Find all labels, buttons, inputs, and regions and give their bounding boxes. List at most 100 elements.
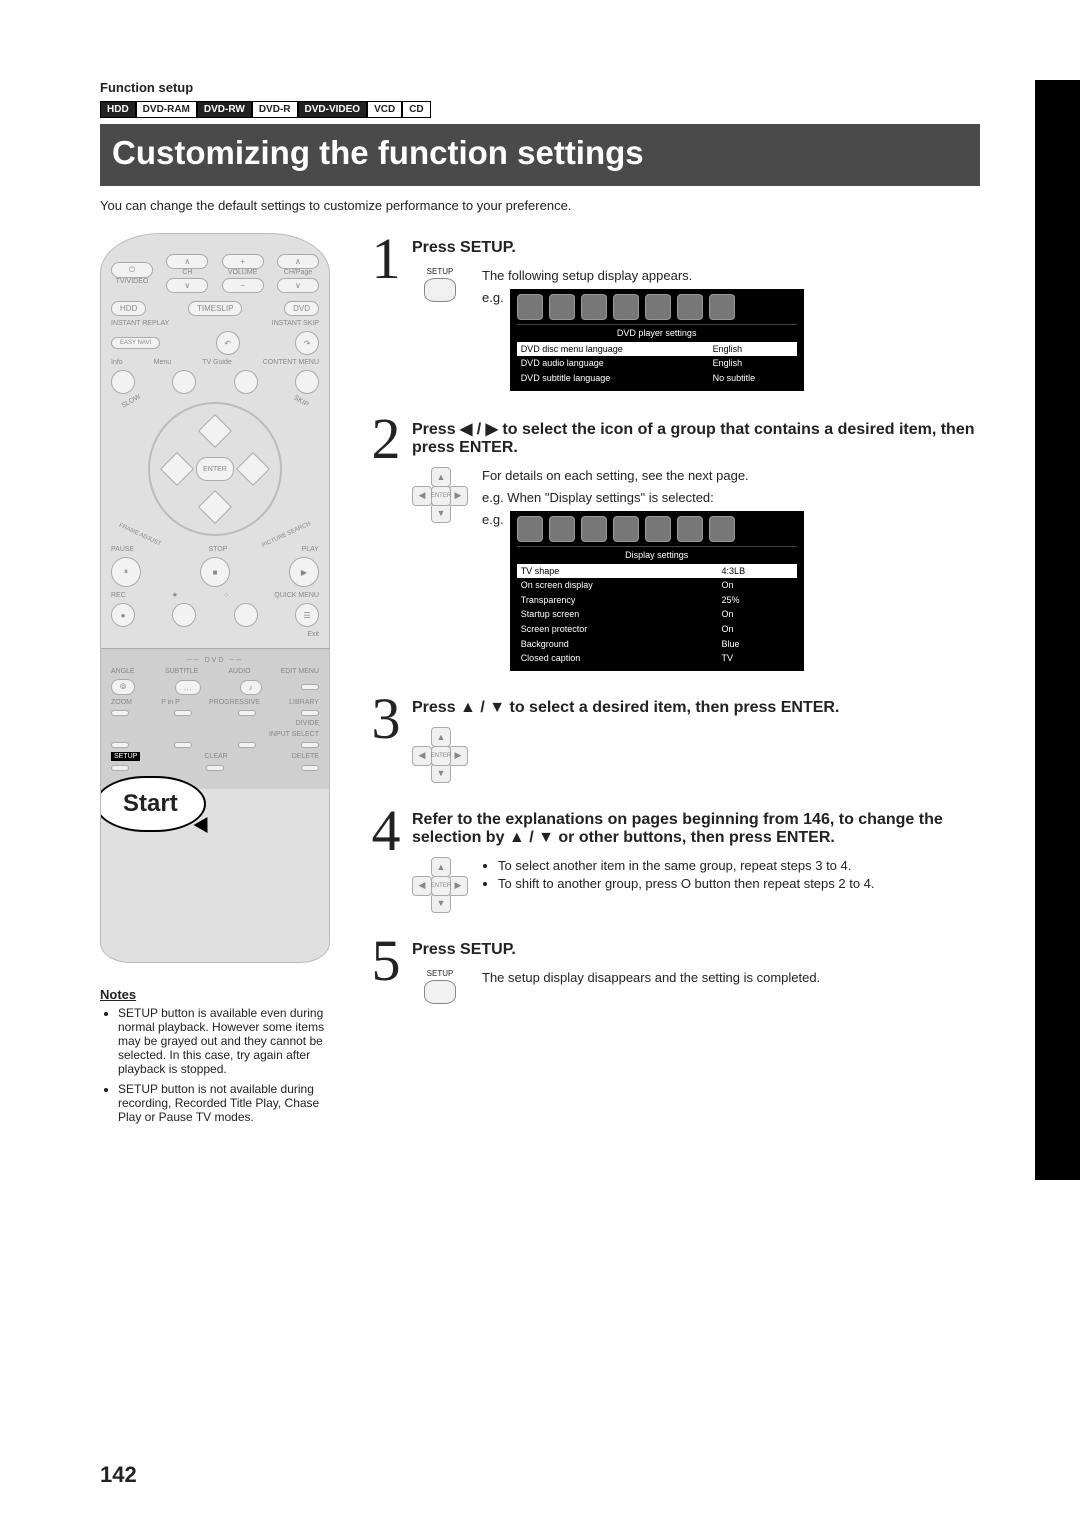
nav-up — [198, 414, 232, 448]
osd-cell: On — [718, 607, 797, 622]
delete-button — [301, 765, 319, 771]
step-4-title: Refer to the explanations on pages begin… — [412, 811, 980, 847]
chip-dvdvideo: DVD-VIDEO — [298, 101, 368, 118]
osd-cell: On — [718, 578, 797, 593]
ch-up-button: ∧ — [166, 254, 208, 269]
inputselect-label: INPUT SELECT — [269, 731, 319, 738]
step-1-lead: The following setup display appears. — [482, 267, 804, 285]
search-label: SEARCH — [287, 521, 312, 537]
frame-label: FRAME — [118, 523, 140, 537]
osd-cell: On screen display — [517, 578, 718, 593]
osd-icon — [549, 294, 575, 320]
osd-cell: 4:3LB — [718, 564, 797, 579]
osd-icon — [581, 516, 607, 542]
exit-label: Exit — [111, 631, 319, 638]
enter-label: ENTER — [431, 876, 451, 896]
setup-button-icon: SETUP — [412, 267, 468, 304]
osd-cell: DVD audio language — [517, 356, 709, 371]
timeslip-button: TIMESLIP — [188, 301, 242, 316]
progressive-label: PROGRESSIVE — [209, 699, 260, 706]
editmenu-button — [301, 684, 319, 690]
setup-button-graphic — [424, 278, 456, 302]
setup-button-icon: SETUP — [412, 969, 468, 1006]
osd-cell: On — [718, 622, 797, 637]
easy-navi-button: EASY NAVI — [111, 337, 160, 349]
delete-label: DELETE — [292, 753, 319, 760]
step-3: 3 Press ▲ / ▼ to select a desired item, … — [360, 693, 980, 783]
ch-down-button: ∨ — [166, 278, 208, 293]
contentmenu-button — [295, 370, 319, 394]
step-1-title: Press SETUP. — [412, 239, 980, 257]
chip-hdd: HDD — [100, 101, 136, 118]
hdd-button: HDD — [111, 301, 146, 316]
power-button: ⏻ — [111, 262, 153, 278]
right-black-bar — [1035, 80, 1080, 1180]
play-label: PLAY — [302, 546, 319, 553]
tvguide-button — [234, 370, 258, 394]
contentmenu-label: CONTENT MENU — [263, 359, 319, 366]
osd-cell: English — [709, 356, 797, 371]
osd-cell: English — [709, 342, 797, 357]
intro-text: You can change the default settings to c… — [100, 198, 980, 213]
step-number: 4 — [360, 805, 412, 857]
osd-icon — [517, 516, 543, 542]
chip-dvdr: DVD-R — [252, 101, 298, 118]
section-label: Function setup — [100, 80, 980, 95]
setup-label: SETUP — [412, 267, 468, 276]
dvd-section-label: DVD — [205, 657, 226, 664]
step-2: 2 Press ◀ / ▶ to select the icon of a gr… — [360, 413, 980, 671]
chip-dvdrw: DVD-RW — [197, 101, 252, 118]
osd-cell: Closed caption — [517, 651, 718, 666]
quickmenu-button: ☰ — [295, 603, 319, 627]
pinp-button — [174, 710, 192, 716]
osd-icon — [613, 294, 639, 320]
nav-left — [160, 452, 194, 486]
osd-2: Display settings TV shape4:3LB On screen… — [510, 511, 804, 671]
osd-cell: 25% — [718, 593, 797, 608]
divide-label: DIVIDE — [296, 720, 319, 727]
skip-button: ↷ — [295, 331, 319, 355]
page-up-button: ∧ — [277, 254, 319, 269]
osd-2-title: Display settings — [517, 546, 797, 564]
osd-cell: TV shape — [517, 564, 718, 579]
step-number: 5 — [360, 935, 412, 987]
osd-cell: DVD subtitle language — [517, 371, 709, 386]
enter-label: ENTER — [431, 746, 451, 766]
osd-icon — [677, 294, 703, 320]
tvguide-label: TV Guide — [202, 359, 232, 366]
osd-icon — [709, 294, 735, 320]
nav-right — [236, 452, 270, 486]
menu-button — [172, 370, 196, 394]
menu-label: Menu — [154, 359, 172, 366]
info-button — [111, 370, 135, 394]
step-2-title: Press ◀ / ▶ to select the icon of a grou… — [412, 419, 980, 457]
setup-button-graphic — [424, 980, 456, 1004]
media-chips: HDD DVD-RAM DVD-RW DVD-R DVD-VIDEO VCD C… — [100, 101, 980, 118]
setup-label-remote: SETUP — [111, 752, 140, 761]
volume-label: VOLUME — [222, 269, 264, 276]
skip-label: SKIP — [292, 394, 309, 408]
notes-heading: Notes — [100, 987, 340, 1002]
step-1: 1 Press SETUP. SETUP The following setup… — [360, 233, 980, 391]
dvd-button: DVD — [284, 301, 319, 316]
rec-label: REC — [111, 592, 126, 599]
osd-icon — [709, 516, 735, 542]
zoom-label: ZOOM — [111, 699, 132, 706]
step-4-bullet: To shift to another group, press O butto… — [498, 875, 875, 893]
osd-icon — [581, 294, 607, 320]
osd-cell: Screen protector — [517, 622, 718, 637]
stop-button: ■ — [200, 557, 230, 587]
slow-label: SLOW — [121, 393, 142, 409]
nav-down — [198, 490, 232, 524]
editmenu-label: EDIT MENU — [281, 668, 319, 675]
step-number: 3 — [360, 693, 412, 745]
enter-button: ENTER — [196, 457, 234, 481]
page-down-button: ∨ — [277, 278, 319, 293]
star-button — [172, 603, 196, 627]
step-2-lead: For details on each setting, see the nex… — [482, 467, 804, 485]
setup-button-remote — [111, 765, 129, 771]
note-item: SETUP button is not available during rec… — [118, 1082, 340, 1124]
inputselect-button — [301, 742, 319, 748]
instant-replay-label: INSTANT REPLAY — [111, 320, 169, 327]
pinp-label: P in P — [161, 699, 180, 706]
